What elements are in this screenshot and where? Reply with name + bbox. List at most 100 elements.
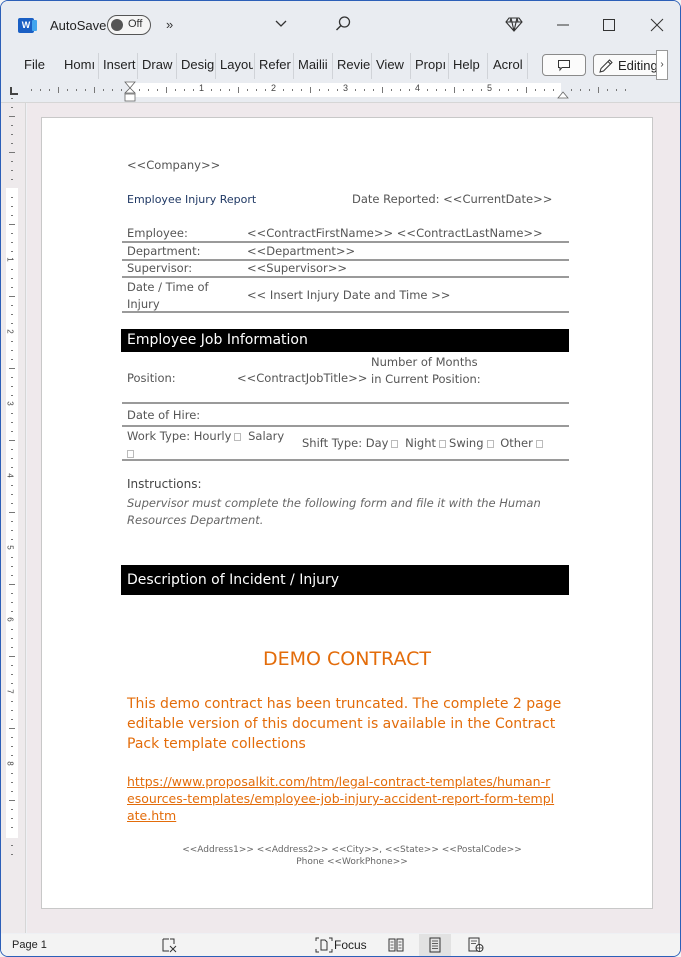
more-commands-button[interactable]: » (166, 17, 173, 32)
tab-file[interactable]: File (24, 57, 45, 72)
autosave-toggle[interactable]: Off (107, 15, 151, 35)
tab-home[interactable]: Homı (64, 57, 96, 72)
tab-separator (215, 53, 216, 79)
tab-acrobat[interactable]: Acrol (493, 57, 526, 72)
ruler-number: 3 (343, 83, 349, 93)
ribbon-scroll-right-button[interactable]: › (656, 50, 668, 80)
work-type-label: Work Type: (127, 429, 191, 443)
tab-review[interactable]: Revie (337, 57, 370, 72)
ruler-tick (9, 728, 15, 729)
ruler-tick (11, 305, 13, 306)
ruler-tick (400, 89, 401, 91)
ruler-tick (11, 719, 13, 720)
ruler-tick (11, 809, 13, 810)
ruler-tick (9, 152, 15, 153)
shift-swing-label: Swing (449, 436, 484, 450)
title-bar: W AutoSave Off » (1, 1, 680, 49)
ruler-tick (11, 845, 13, 846)
injury-datetime-value: << Insert Injury Date and Time >> (247, 288, 451, 302)
print-layout-icon[interactable] (426, 937, 444, 953)
ruler-tick (9, 800, 15, 801)
ruler-tick (11, 143, 13, 144)
maximize-icon[interactable] (599, 15, 619, 35)
swing-checkbox[interactable] (486, 439, 494, 448)
ruler-tick (328, 89, 329, 91)
ruler-tick (499, 89, 500, 91)
document-page[interactable]: <<Company>> Employee Injury Report Date … (41, 117, 653, 909)
focus-mode-button[interactable]: Focus (334, 938, 367, 952)
ruler-tick (11, 251, 13, 252)
ruler-tick (436, 89, 437, 91)
ruler-tick (11, 557, 13, 558)
tab-insert[interactable]: Insert (103, 57, 136, 72)
accessibility-check-icon[interactable] (161, 937, 179, 953)
salary-checkbox[interactable] (127, 449, 134, 458)
ruler-tick (220, 89, 221, 91)
footer-phone: Phone <<WorkPhone>> (296, 857, 408, 867)
comments-button[interactable] (542, 54, 586, 76)
premium-diamond-icon[interactable] (505, 15, 523, 33)
instructions-label: Instructions: (127, 477, 202, 491)
search-icon[interactable] (334, 15, 352, 33)
other-checkbox[interactable] (535, 439, 543, 448)
supervisor-label: Supervisor: (127, 261, 193, 275)
tab-view[interactable]: View (376, 57, 411, 72)
ruler-tick (11, 611, 13, 612)
tab-references[interactable]: Refer (259, 57, 292, 72)
tab-layout[interactable]: Layou (220, 57, 253, 72)
ruler-tick (9, 512, 15, 513)
ruler-tick (11, 701, 13, 702)
read-mode-icon[interactable] (387, 937, 405, 953)
left-indent-marker[interactable] (124, 81, 136, 102)
editing-mode-button[interactable]: Editing (593, 54, 665, 76)
toggle-knob (111, 19, 123, 31)
table-row-divider (122, 402, 569, 404)
web-layout-icon[interactable] (467, 937, 485, 953)
job-info-section-header: Employee Job Information (121, 329, 569, 352)
ruler-tick (9, 116, 15, 117)
footer-address: <<Address1>> <<Address2>> <<City>>, <<St… (182, 845, 522, 855)
tab-mailings[interactable]: Mailii (298, 57, 331, 72)
ruler-tick (616, 89, 617, 91)
minimize-icon[interactable] (553, 15, 573, 35)
ruler-tick (11, 206, 13, 207)
horizontal-ruler[interactable]: 1 2 3 4 5 (26, 83, 631, 97)
contract-pack-link[interactable]: https://www.proposalkit.com/htm/legal-co… (127, 773, 557, 824)
shift-other-label: Other (500, 436, 533, 450)
page-indicator[interactable]: Page 1 (12, 939, 47, 951)
ruler-tick (184, 89, 185, 91)
hourly-checkbox[interactable] (234, 432, 242, 441)
ruler-tick (58, 87, 59, 93)
tab-stop-selector[interactable] (10, 87, 18, 95)
ruler-tick (373, 89, 374, 91)
ruler-tick (11, 161, 13, 162)
tab-draw[interactable]: Draw (142, 57, 175, 72)
ruler-tick (337, 89, 338, 91)
ruler-tick (535, 89, 536, 91)
ruler-tick (11, 827, 13, 828)
ruler-number: 6 (5, 617, 15, 622)
ribbon-tabs: File Homı Insert Draw Desig Layou Refer … (1, 49, 680, 81)
supervisor-value: <<Supervisor>> (247, 261, 347, 275)
ruler-tick (11, 350, 13, 351)
day-checkbox[interactable] (391, 439, 399, 448)
department-value: <<Department>> (247, 244, 356, 258)
vertical-ruler[interactable]: 1 2 3 4 5 6 7 8 (5, 98, 18, 855)
ruler-tick (11, 125, 13, 126)
ruler-tick (11, 773, 13, 774)
ruler-tick (11, 197, 13, 198)
night-checkbox[interactable] (439, 439, 447, 448)
tab-help[interactable]: Help (453, 57, 485, 72)
customize-toolbar-chevron-icon[interactable] (273, 15, 289, 31)
tab-separator (98, 53, 99, 79)
ruler-tick (526, 87, 527, 93)
right-indent-marker[interactable] (557, 89, 569, 99)
ruler-tick (11, 395, 13, 396)
ruler-tick (9, 368, 15, 369)
tab-design[interactable]: Desig (181, 57, 214, 72)
tab-properties[interactable]: Propı (415, 57, 447, 72)
tab-separator (176, 53, 177, 79)
close-icon[interactable] (647, 15, 667, 35)
ruler-tick (571, 89, 572, 91)
focus-icon[interactable] (315, 937, 333, 953)
